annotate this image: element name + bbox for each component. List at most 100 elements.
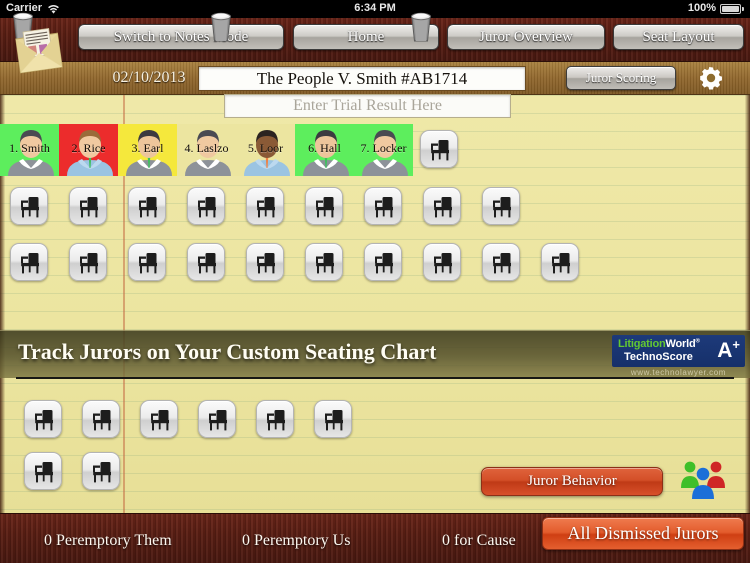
battery-percent-label: 100% — [687, 2, 716, 14]
chair-icon — [257, 253, 275, 274]
seat-button[interactable] — [364, 187, 402, 225]
gear-icon[interactable] — [697, 64, 725, 92]
seat-button[interactable] — [198, 400, 236, 438]
juror-cell-laslzo[interactable]: 4. Laslzo — [177, 124, 236, 176]
chair-icon — [316, 253, 334, 274]
seat-button[interactable] — [82, 400, 120, 438]
juror-cell-smith[interactable]: 1. Smith — [0, 124, 59, 176]
status-right: 100% — [688, 2, 744, 14]
chair-icon — [316, 197, 334, 218]
seat-button[interactable] — [256, 400, 294, 438]
seat-button[interactable] — [128, 243, 166, 281]
juror-name-label: 1. Smith — [9, 141, 50, 155]
seat-button[interactable] — [10, 187, 48, 225]
chair-icon — [257, 197, 275, 218]
seat-button[interactable] — [364, 243, 402, 281]
clock-label: 6:34 PM — [354, 2, 396, 14]
peremptory-them-label: 0 Peremptory Them — [44, 532, 172, 549]
seat-button[interactable] — [10, 243, 48, 281]
juror-cell-loor[interactable]: 5. Loor — [236, 124, 295, 176]
promo-url: www.technolawyer.com — [630, 368, 727, 377]
switch-to-notes-mode-button[interactable]: Switch to Notes Mode — [78, 24, 284, 50]
badge-grade: A+ — [717, 337, 740, 363]
seat-button[interactable] — [541, 243, 579, 281]
juror-overview-button[interactable]: Juror Overview — [447, 24, 605, 50]
chair-icon — [552, 253, 570, 274]
seat-button[interactable] — [482, 187, 520, 225]
chair-icon — [139, 253, 157, 274]
juror-cell-hall[interactable]: 6. Hall — [295, 124, 354, 176]
juror-name-label: 5. Loor — [247, 141, 284, 155]
seat-button[interactable] — [24, 452, 62, 490]
seat-button[interactable] — [314, 400, 352, 438]
seat-button[interactable] — [187, 187, 225, 225]
seat-button[interactable] — [82, 452, 120, 490]
juror-cell-rice[interactable]: 2. Rice — [59, 124, 118, 176]
case-title-input[interactable]: The People V. Smith #AB1714 — [198, 66, 526, 91]
badge-brand-line: LitigationWorld® — [618, 338, 700, 350]
trial-date-label: 02/10/2013 — [112, 69, 186, 86]
seat-button[interactable] — [69, 187, 107, 225]
badge-subline: TechnoScore — [624, 351, 693, 363]
badge-registered-icon: ® — [695, 338, 700, 345]
juror-behavior-button[interactable]: Juror Behavior — [481, 467, 663, 496]
battery-icon — [720, 4, 741, 14]
seat-button[interactable] — [423, 187, 461, 225]
chair-icon — [151, 410, 169, 431]
trial-result-input[interactable]: Enter Trial Result Here — [224, 94, 511, 118]
seat-button[interactable] — [246, 187, 284, 225]
litigationworld-badge: LitigationWorld® TechnoScore A+ — [612, 335, 745, 367]
trash-bin-icon[interactable] — [408, 10, 434, 42]
badge-grade-plus: + — [732, 337, 740, 352]
seat-button[interactable] — [246, 243, 284, 281]
juror-name-label: 4. Laslzo — [184, 141, 229, 155]
chair-icon — [21, 197, 39, 218]
juror-name-label: 3. Earl — [131, 141, 164, 155]
seat-button[interactable] — [305, 187, 343, 225]
envelope-icon — [10, 22, 68, 84]
trash-bin-icon[interactable] — [208, 10, 234, 42]
people-group-icon[interactable] — [679, 458, 727, 500]
seat-button[interactable] — [187, 243, 225, 281]
seat-button[interactable] — [420, 130, 458, 168]
chair-icon — [267, 410, 285, 431]
chair-icon — [209, 410, 227, 431]
juror-name-label: 7. Locker — [360, 141, 407, 155]
chair-icon — [325, 410, 343, 431]
seat-button[interactable] — [24, 400, 62, 438]
peremptory-us-label: 0 Peremptory Us — [242, 532, 351, 549]
chair-icon — [93, 410, 111, 431]
chair-icon — [198, 253, 216, 274]
seat-button[interactable] — [69, 243, 107, 281]
badge-brand-a: Litigation — [618, 338, 666, 350]
seat-button[interactable] — [128, 187, 166, 225]
seat-button[interactable] — [423, 243, 461, 281]
chair-icon — [80, 253, 98, 274]
juror-scoring-button[interactable]: Juror Scoring — [566, 66, 676, 90]
chair-icon — [493, 253, 511, 274]
chair-icon — [375, 253, 393, 274]
chair-icon — [21, 253, 39, 274]
app-root: Carrier 6:34 PM 100% Switch to Notes Mod… — [0, 0, 750, 563]
seat-layout-button[interactable]: Seat Layout — [613, 24, 744, 50]
juror-cell-locker[interactable]: 7. Locker — [354, 124, 413, 176]
badge-brand-b: World — [665, 338, 696, 350]
seat-button[interactable] — [305, 243, 343, 281]
promo-divider — [16, 377, 734, 379]
chair-icon — [198, 197, 216, 218]
chair-icon — [434, 197, 452, 218]
for-cause-label: 0 for Cause — [442, 532, 516, 549]
seat-button[interactable] — [140, 400, 178, 438]
juror-cell-earl[interactable]: 3. Earl — [118, 124, 177, 176]
chair-icon — [35, 410, 53, 431]
chair-icon — [375, 197, 393, 218]
badge-grade-letter: A — [717, 339, 733, 362]
seat-button[interactable] — [482, 243, 520, 281]
chair-icon — [35, 462, 53, 483]
chair-icon — [493, 197, 511, 218]
ios-status-bar: Carrier 6:34 PM 100% — [0, 0, 750, 18]
juror-name-label: 6. Hall — [308, 141, 341, 155]
all-dismissed-jurors-button[interactable]: All Dismissed Jurors — [542, 517, 744, 550]
chair-icon — [139, 197, 157, 218]
notepad-right-edge — [745, 95, 750, 513]
